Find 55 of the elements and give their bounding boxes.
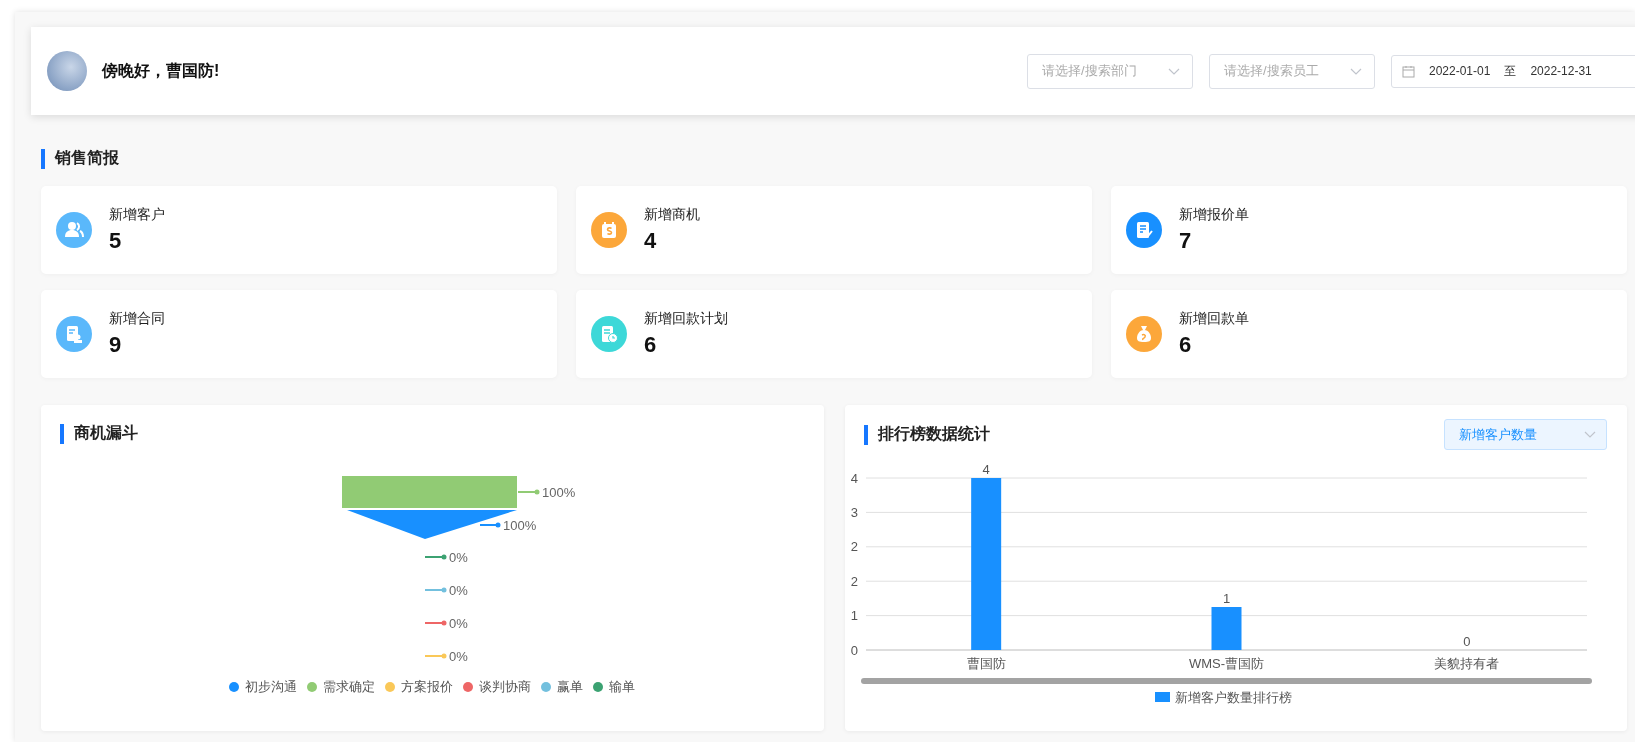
- legend-label: 输单: [609, 678, 635, 696]
- stat-value: 5: [109, 228, 123, 254]
- legend-label: 初步沟通: [245, 678, 297, 696]
- legend-label: 新增客户数量排行榜: [1175, 690, 1292, 705]
- stat-label: 新增商机: [644, 206, 700, 224]
- y-axis-label: 4: [850, 470, 858, 486]
- funnel-label: 0%: [449, 615, 468, 631]
- chevron-down-icon: [1168, 67, 1180, 75]
- avatar: [47, 51, 87, 91]
- section-title: 销售简报: [55, 148, 119, 168]
- funnel-label: 0%: [449, 549, 468, 565]
- data-label: 0: [1463, 634, 1471, 649]
- stat-value: 4: [644, 228, 658, 254]
- stat-value: 6: [1179, 332, 1193, 358]
- x-axis-label: 美貌持有者: [1434, 656, 1500, 671]
- x-axis-label: 曹国防: [966, 656, 1006, 671]
- legend-label: 赢单: [557, 678, 583, 696]
- bar: [1211, 607, 1242, 650]
- stat-value: 9: [109, 332, 123, 358]
- section-title: 排行榜数据统计: [878, 424, 990, 444]
- calendar-icon: [1402, 64, 1415, 78]
- department-select[interactable]: 请选择/搜索部门: [1027, 53, 1193, 89]
- date-range-picker[interactable]: 2022-01-01 至 2022-12-31: [1391, 54, 1635, 88]
- data-label: 4: [982, 462, 990, 477]
- y-axis-label: 1: [850, 608, 858, 624]
- stat-value: 6: [644, 332, 658, 358]
- stat-label: 新增客户: [109, 206, 165, 224]
- funnel-label: 100%: [503, 517, 537, 533]
- x-axis-label: WMS-曹国防: [1188, 656, 1265, 671]
- metric-select[interactable]: 新增客户数量: [1444, 419, 1607, 450]
- stat-label: 新增报价单: [1179, 206, 1249, 224]
- y-axis-label: 0: [850, 642, 858, 658]
- funnel-label: 0%: [449, 582, 468, 598]
- legend-label: 需求确定: [323, 678, 375, 696]
- stat-label: 新增合同: [109, 310, 165, 328]
- y-axis-label: 2: [850, 573, 858, 589]
- end-date: 2022-12-31: [1530, 64, 1592, 78]
- stat-label: 新增回款单: [1179, 310, 1249, 328]
- funnel-label: 0%: [449, 648, 468, 664]
- legend-label: 方案报价: [401, 678, 453, 696]
- greeting-text: 傍晚好，曹国防!: [102, 60, 221, 81]
- range-separator: 至: [1504, 62, 1517, 80]
- section-title: 商机漏斗: [74, 423, 138, 443]
- stat-label: 新增回款计划: [644, 310, 728, 328]
- employee-select[interactable]: 请选择/搜索员工: [1209, 53, 1375, 89]
- data-label: 1: [1222, 591, 1231, 606]
- y-axis-label: 3: [850, 504, 858, 520]
- start-date: 2022-01-01: [1429, 64, 1491, 78]
- chevron-down-icon: [1584, 431, 1596, 438]
- stat-value: 7: [1179, 228, 1193, 254]
- scroll-bar[interactable]: [861, 678, 1592, 684]
- funnel-label: 100%: [542, 484, 576, 500]
- y-axis-label: 2: [850, 539, 858, 555]
- chevron-down-icon: [1350, 67, 1362, 75]
- legend-label: 谈判协商: [479, 678, 531, 696]
